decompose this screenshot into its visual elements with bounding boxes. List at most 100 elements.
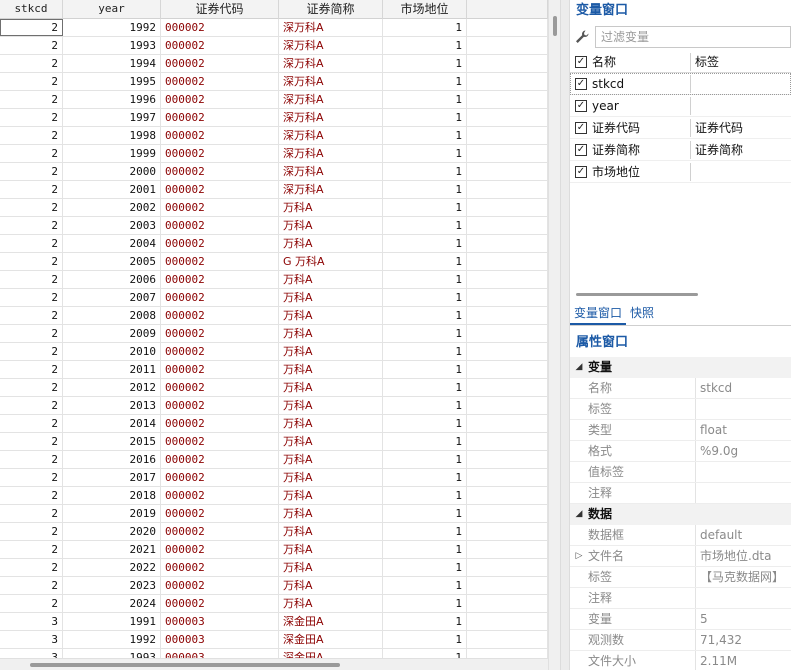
cell-stkcd[interactable]: 2 [0, 433, 63, 450]
table-row[interactable]: 2 2013 000002 万科A 1 [0, 397, 548, 415]
cell-market-position[interactable]: 1 [383, 217, 467, 234]
variable-row[interactable]: ✓ year [570, 95, 791, 117]
cell-security-code[interactable]: 000002 [161, 181, 279, 198]
cell-market-position[interactable]: 1 [383, 253, 467, 270]
cell-security-abbr[interactable]: 深金田A [279, 613, 383, 630]
cell-security-abbr[interactable]: 深金田A [279, 631, 383, 648]
cell-market-position[interactable]: 1 [383, 577, 467, 594]
variable-row[interactable]: ✓ 市场地位 [570, 161, 791, 183]
table-row[interactable]: 2 2019 000002 万科A 1 [0, 505, 548, 523]
cell-year[interactable]: 1996 [63, 91, 161, 108]
cell-security-code[interactable]: 000002 [161, 595, 279, 612]
cell-security-abbr[interactable]: 深万科A [279, 145, 383, 162]
cell-year[interactable]: 1993 [63, 37, 161, 54]
cell-security-code[interactable]: 000002 [161, 379, 279, 396]
table-row[interactable]: 3 1993 000003 深金田A 1 [0, 649, 548, 658]
cell-market-position[interactable]: 1 [383, 649, 467, 658]
cell-security-code[interactable]: 000002 [161, 289, 279, 306]
cell-year[interactable]: 2011 [63, 361, 161, 378]
table-row[interactable]: 2 2010 000002 万科A 1 [0, 343, 548, 361]
cell-market-position[interactable]: 1 [383, 451, 467, 468]
expand-caret-icon[interactable]: ▷ [570, 546, 588, 566]
table-row[interactable]: 2 2000 000002 深万科A 1 [0, 163, 548, 181]
table-row[interactable]: 2 2006 000002 万科A 1 [0, 271, 548, 289]
cell-year[interactable]: 2020 [63, 523, 161, 540]
cell-market-position[interactable]: 1 [383, 595, 467, 612]
table-row[interactable]: 2 1992 000002 深万科A 1 [0, 19, 548, 37]
cell-market-position[interactable]: 1 [383, 541, 467, 558]
property-row[interactable]: 变量 5 [570, 609, 791, 630]
cell-stkcd[interactable]: 3 [0, 649, 63, 658]
cell-market-position[interactable]: 1 [383, 91, 467, 108]
cell-stkcd[interactable]: 2 [0, 181, 63, 198]
cell-stkcd[interactable]: 2 [0, 415, 63, 432]
cell-security-code[interactable]: 000002 [161, 559, 279, 576]
cell-security-code[interactable]: 000002 [161, 37, 279, 54]
collapse-caret-icon[interactable]: ◢ [570, 504, 588, 525]
cell-market-position[interactable]: 1 [383, 505, 467, 522]
cell-security-code[interactable]: 000003 [161, 649, 279, 658]
variable-checkbox[interactable]: ✓ [575, 143, 587, 156]
table-row[interactable]: 2 2008 000002 万科A 1 [0, 307, 548, 325]
cell-stkcd[interactable]: 2 [0, 37, 63, 54]
table-row[interactable]: 2 2021 000002 万科A 1 [0, 541, 548, 559]
cell-market-position[interactable]: 1 [383, 271, 467, 288]
cell-stkcd[interactable]: 3 [0, 631, 63, 648]
cell-stkcd[interactable]: 2 [0, 145, 63, 162]
table-row[interactable]: 2 2004 000002 万科A 1 [0, 235, 548, 253]
cell-year[interactable]: 2001 [63, 181, 161, 198]
cell-security-code[interactable]: 000002 [161, 235, 279, 252]
column-header-market-position[interactable]: 市场地位 [383, 0, 467, 19]
collapse-caret-icon[interactable]: ◢ [570, 357, 588, 378]
property-row[interactable]: 注释 [570, 588, 791, 609]
variable-checkbox[interactable]: ✓ [575, 165, 587, 178]
cell-security-code[interactable]: 000002 [161, 451, 279, 468]
cell-market-position[interactable]: 1 [383, 415, 467, 432]
cell-year[interactable]: 2007 [63, 289, 161, 306]
variable-list-scrollbar[interactable] [576, 293, 698, 296]
cell-security-abbr[interactable]: 深万科A [279, 19, 383, 36]
cell-year[interactable]: 2017 [63, 469, 161, 486]
cell-security-code[interactable]: 000002 [161, 469, 279, 486]
cell-security-abbr[interactable]: 万科A [279, 307, 383, 324]
table-row[interactable]: 2 1999 000002 深万科A 1 [0, 145, 548, 163]
cell-stkcd[interactable]: 2 [0, 127, 63, 144]
grid-vertical-scroll-thumb[interactable] [553, 16, 557, 36]
cell-year[interactable]: 1998 [63, 127, 161, 144]
property-row[interactable]: 类型 float [570, 420, 791, 441]
cell-market-position[interactable]: 1 [383, 343, 467, 360]
cell-security-code[interactable]: 000002 [161, 577, 279, 594]
cell-security-code[interactable]: 000002 [161, 127, 279, 144]
cell-security-abbr[interactable]: 深万科A [279, 37, 383, 54]
cell-year[interactable]: 2014 [63, 415, 161, 432]
cell-security-abbr[interactable]: 万科A [279, 289, 383, 306]
property-row[interactable]: 名称 stkcd [570, 378, 791, 399]
cell-security-abbr[interactable]: 万科A [279, 343, 383, 360]
cell-security-abbr[interactable]: 万科A [279, 235, 383, 252]
cell-security-code[interactable]: 000002 [161, 91, 279, 108]
table-row[interactable]: 2 2023 000002 万科A 1 [0, 577, 548, 595]
table-row[interactable]: 2 2024 000002 万科A 1 [0, 595, 548, 613]
table-row[interactable]: 2 1996 000002 深万科A 1 [0, 91, 548, 109]
cell-security-abbr[interactable]: 深万科A [279, 55, 383, 72]
cell-security-abbr[interactable]: 深万科A [279, 73, 383, 90]
cell-security-abbr[interactable]: 万科A [279, 559, 383, 576]
cell-security-code[interactable]: 000002 [161, 523, 279, 540]
cell-security-abbr[interactable]: 深金田A [279, 649, 383, 658]
property-section[interactable]: ◢ 数据 [570, 504, 791, 525]
cell-stkcd[interactable]: 2 [0, 217, 63, 234]
property-row[interactable]: 标签 【马克数据网】 [570, 567, 791, 588]
cell-year[interactable]: 1991 [63, 613, 161, 630]
table-row[interactable]: 2 2007 000002 万科A 1 [0, 289, 548, 307]
cell-stkcd[interactable]: 2 [0, 361, 63, 378]
table-row[interactable]: 3 1992 000003 深金田A 1 [0, 631, 548, 649]
cell-security-abbr[interactable]: 万科A [279, 595, 383, 612]
cell-security-code[interactable]: 000002 [161, 343, 279, 360]
cell-market-position[interactable]: 1 [383, 469, 467, 486]
cell-security-code[interactable]: 000002 [161, 271, 279, 288]
cell-stkcd[interactable]: 3 [0, 613, 63, 630]
variable-checkbox[interactable]: ✓ [575, 77, 587, 90]
cell-security-code[interactable]: 000002 [161, 397, 279, 414]
cell-security-code[interactable]: 000002 [161, 217, 279, 234]
table-row[interactable]: 2 2011 000002 万科A 1 [0, 361, 548, 379]
